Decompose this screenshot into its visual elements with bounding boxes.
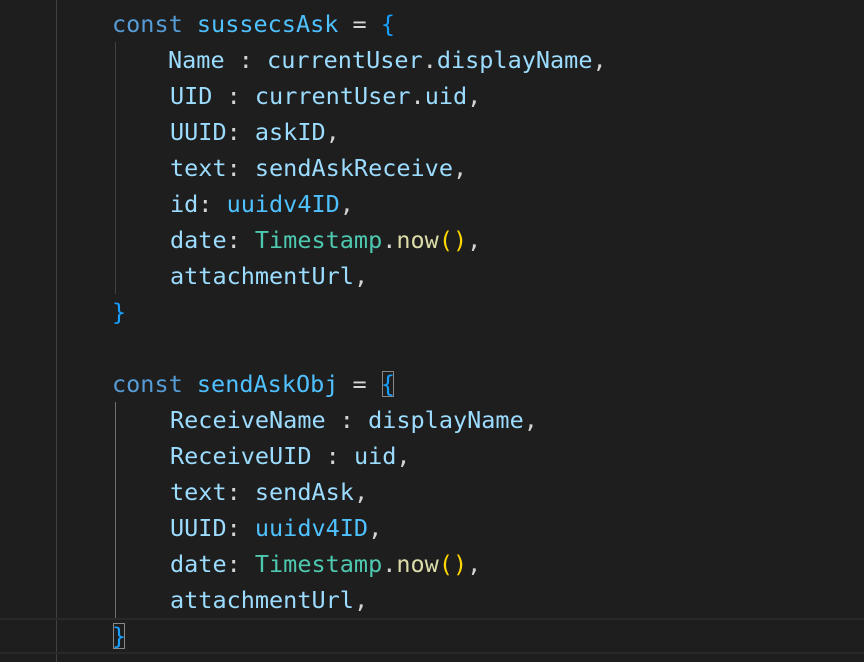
code-token: { — [380, 10, 395, 38]
code-line[interactable]: const sussecsAsk = { — [112, 6, 395, 42]
code-token: uuidv4ID — [226, 190, 340, 218]
indent-guide-block-1 — [115, 42, 116, 294]
matched-bracket: { — [380, 370, 395, 398]
code-token: , — [325, 118, 340, 146]
code-token: date — [170, 226, 227, 254]
code-line[interactable]: ReceiveUID : uid, — [170, 438, 411, 474]
code-token: : — [198, 190, 227, 218]
code-token: . — [422, 46, 437, 74]
code-token: , — [467, 550, 482, 578]
code-token: attachmentUrl — [170, 586, 354, 614]
code-line[interactable]: attachmentUrl, — [170, 258, 368, 294]
code-token: const — [112, 10, 183, 38]
code-token: sussecsAsk — [196, 10, 339, 38]
code-token: = — [338, 10, 381, 38]
code-line[interactable]: id: uuidv4ID, — [170, 186, 354, 222]
code-line[interactable]: date: Timestamp.now(), — [170, 222, 481, 258]
code-token: , — [368, 514, 383, 542]
code-token: attachmentUrl — [170, 262, 354, 290]
code-token: , — [467, 82, 482, 110]
code-token: : — [325, 406, 369, 434]
code-token: , — [353, 586, 369, 614]
code-token: = — [338, 370, 381, 398]
code-line[interactable]: attachmentUrl, — [170, 582, 368, 618]
code-token: sendAskReceive — [254, 154, 453, 182]
code-line[interactable]: Name : currentUser.displayName, — [168, 42, 607, 78]
code-token: Name — [168, 46, 225, 74]
code-token: : — [226, 514, 255, 542]
code-token: displayName — [368, 406, 524, 434]
code-token: . — [382, 550, 397, 578]
code-token: , — [339, 190, 354, 218]
code-token: : — [226, 154, 255, 182]
code-token: , — [353, 478, 369, 506]
code-token: , — [592, 46, 607, 74]
indent-guide-outer — [56, 0, 57, 662]
code-token: text — [170, 478, 227, 506]
code-token: . — [382, 226, 397, 254]
code-token: UUID — [170, 514, 227, 542]
code-token: uuidv4ID — [254, 514, 369, 542]
code-token: } — [112, 298, 127, 326]
code-token: currentUser — [254, 82, 411, 110]
code-token: askID — [254, 118, 326, 146]
code-token: ReceiveName — [170, 406, 326, 434]
code-line[interactable]: ReceiveName : displayName, — [170, 402, 538, 438]
code-token: currentUser — [267, 46, 423, 74]
code-token: , — [396, 442, 411, 470]
code-token: text — [170, 154, 227, 182]
code-token: , — [523, 406, 538, 434]
code-editor[interactable]: const sussecsAsk = {Name : currentUser.d… — [0, 0, 864, 662]
code-token: ReceiveUID — [170, 442, 312, 470]
matched-bracket: } — [112, 622, 127, 650]
code-token: now — [396, 550, 439, 578]
code-line[interactable]: UID : currentUser.uid, — [170, 78, 481, 114]
code-token: uid — [353, 442, 397, 470]
code-line[interactable]: date: Timestamp.now(), — [170, 546, 481, 582]
code-token: : — [226, 118, 255, 146]
code-token: sendAsk — [254, 478, 354, 506]
code-token: Timestamp — [254, 226, 383, 254]
code-token: UUID — [170, 118, 227, 146]
code-token: : — [226, 550, 255, 578]
code-token: : — [226, 226, 255, 254]
code-line[interactable]: } — [112, 294, 126, 330]
code-token: now — [396, 226, 439, 254]
code-token: : — [311, 442, 354, 470]
code-line[interactable]: UUID: uuidv4ID, — [170, 510, 382, 546]
code-token: date — [170, 550, 227, 578]
code-token: uid — [424, 82, 468, 110]
code-line[interactable]: } — [112, 618, 126, 654]
code-line[interactable]: text: sendAsk, — [170, 474, 368, 510]
code-token: () — [438, 550, 468, 578]
code-line[interactable]: text: sendAskReceive, — [170, 150, 467, 186]
code-token: , — [353, 262, 369, 290]
code-token: . — [410, 82, 425, 110]
code-line[interactable]: UUID: askID, — [170, 114, 340, 150]
code-token: , — [452, 154, 468, 182]
code-token: sendAskObj — [196, 370, 339, 398]
current-line-highlight — [0, 618, 864, 654]
code-token: : — [224, 46, 268, 74]
code-token: : — [226, 478, 255, 506]
code-token: UID — [170, 82, 213, 110]
code-token: : — [212, 82, 255, 110]
code-token: , — [467, 226, 482, 254]
code-line[interactable]: const sendAskObj = { — [112, 366, 395, 402]
code-token: const — [112, 370, 183, 398]
indent-guide-block-2 — [115, 402, 116, 618]
code-token: Timestamp — [254, 550, 383, 578]
code-token: id — [170, 190, 199, 218]
code-token: () — [438, 226, 468, 254]
code-token: displayName — [436, 46, 593, 74]
